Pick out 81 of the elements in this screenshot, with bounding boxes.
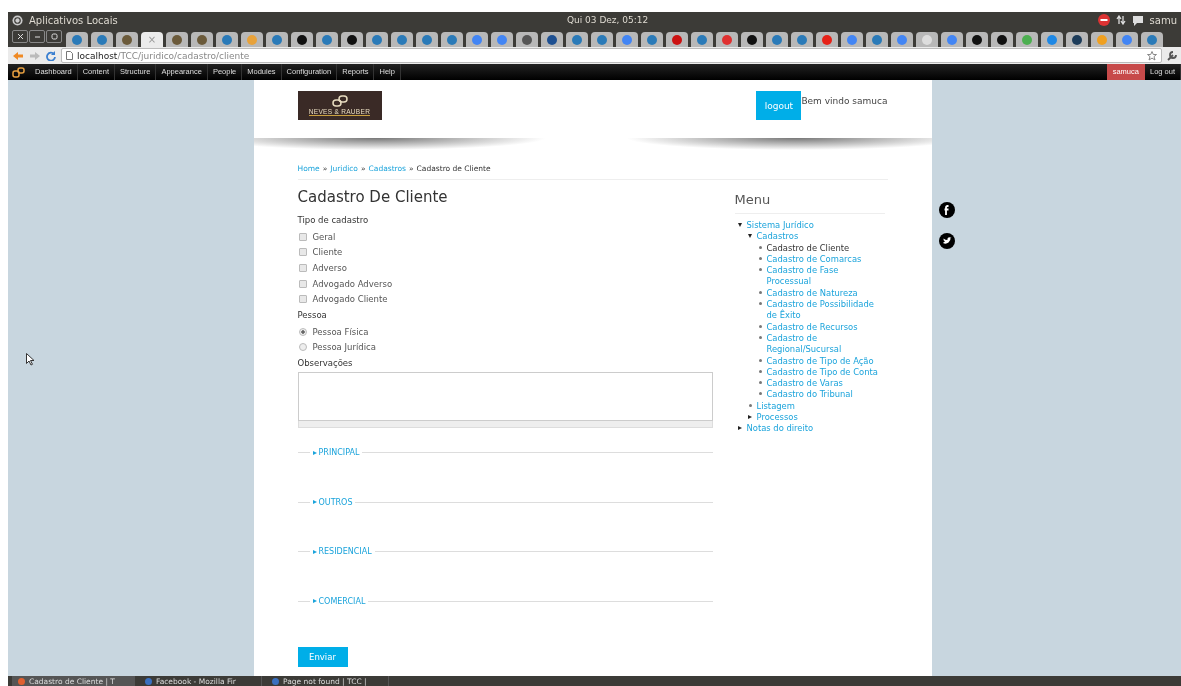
section-toggle[interactable]: RESIDENCIAL [312,547,372,557]
checkbox[interactable] [298,248,307,257]
checkbox[interactable] [298,279,307,288]
ubuntu-logo-icon[interactable] [12,14,23,26]
field-label: Pessoa [297,309,328,320]
menu-link[interactable]: Cadastros [756,231,799,243]
field-label: Observações [297,358,354,369]
clock[interactable]: Qui 03 Dez, 05:12 [566,15,649,25]
no-entry-icon[interactable] [1097,14,1110,26]
chat-bubble-icon[interactable] [1131,14,1144,26]
resize-grip[interactable] [297,421,713,429]
close-tab-glyph[interactable]: × [147,34,157,45]
page-icon [66,51,73,60]
browser-tab[interactable] [541,32,563,47]
menu-link[interactable]: Sistema Jurídico [746,220,814,232]
logo-mark-icon [330,95,349,107]
menu-link[interactable]: Cadastro de Comarcas [766,253,862,266]
checkbox-label[interactable]: Advogado Adverso [312,278,393,289]
logout-button[interactable]: logout [756,91,802,120]
welcome-text: Bem vindo samuca [801,96,888,106]
submit-button[interactable]: Enviar [297,647,348,668]
menu-link[interactable]: Listagem [756,400,795,413]
social-f-icon[interactable] [939,202,955,218]
restore-window-button[interactable] [46,30,62,43]
menu-link[interactable]: Cadastro de Natureza [766,287,858,300]
browser-tab[interactable] [1066,32,1088,47]
checkbox-label[interactable]: Geral [312,231,336,242]
menu-link[interactable]: Cadastro de Tipo de Conta [766,366,878,379]
menu-link[interactable]: Cadastro de Fase Processual [766,265,885,288]
menu-link[interactable]: Processos [756,412,798,424]
close-icon [16,33,24,40]
radio-label[interactable]: Pessoa Jurídica [312,342,376,353]
radio-label[interactable]: Pessoa Física [312,326,369,337]
field-label: Tipo de cadastro [297,215,370,225]
close-window-button[interactable] [12,30,28,43]
browser-icon [18,677,25,685]
checkbox[interactable] [298,264,307,272]
menu-link[interactable]: Cadastro de Cliente [766,242,850,254]
wrench-icon[interactable] [1167,50,1177,61]
checkbox-label[interactable]: Adverso [312,263,347,273]
forward-arrow-icon[interactable] [29,50,41,61]
mouse-cursor-icon [26,353,35,366]
back-arrow-icon[interactable] [12,50,24,61]
network-arrows-icon[interactable] [1115,15,1126,25]
browser-tab[interactable] [991,32,1013,47]
star-icon[interactable] [1147,50,1157,61]
menu-title: Menu [734,192,885,214]
browser-tab[interactable]: × [141,32,163,47]
browser-tab[interactable] [966,32,988,47]
minimize-icon [33,33,41,40]
notes-field[interactable] [297,372,713,422]
menu-link[interactable]: Cadastro do Tribunal [766,389,853,401]
browser-tab[interactable] [741,32,763,47]
menu-link[interactable]: Cadastro de Tipo de Ação [766,355,874,367]
browser-icon [145,677,152,685]
section-toggle[interactable]: COMERCIAL [312,596,366,606]
menu-link[interactable]: Cadastro de Recursos [766,321,858,333]
radio-button[interactable] [298,327,307,336]
checkbox-label[interactable]: Cliente [312,247,343,258]
browser-tab[interactable] [341,32,363,47]
radio-button[interactable] [298,343,307,352]
restore-icon [50,33,58,40]
minimize-window-button[interactable] [29,30,45,43]
menu-link[interactable]: Cadastro de Possibilidade de Êxito [766,299,885,322]
panel-title: Aplicativos Locais [29,14,118,26]
drupal-home-icon[interactable] [12,66,26,78]
checkbox[interactable] [298,295,307,304]
menu-link[interactable]: Cadastro de Regional/Sucursal [766,332,885,356]
menu-link[interactable]: Notas do direito [746,423,814,435]
section-toggle[interactable]: PRINCIPAL [312,448,360,458]
section-toggle[interactable]: OUTROS [312,497,353,507]
address-field[interactable]: localhost/TCC/juridico/cadastro/cliente [61,48,1162,63]
browser-icon [272,677,279,685]
reload-icon[interactable] [46,50,56,61]
bird-icon[interactable] [939,233,955,249]
checkbox[interactable] [298,232,307,241]
browser-tab[interactable] [291,32,313,47]
user-name[interactable]: samu [1149,14,1177,26]
menu-link[interactable]: Cadastro de Varas [766,378,843,390]
checkbox-label[interactable]: Advogado Cliente [312,294,388,305]
page-title: Cadastro De Cliente [297,188,449,206]
